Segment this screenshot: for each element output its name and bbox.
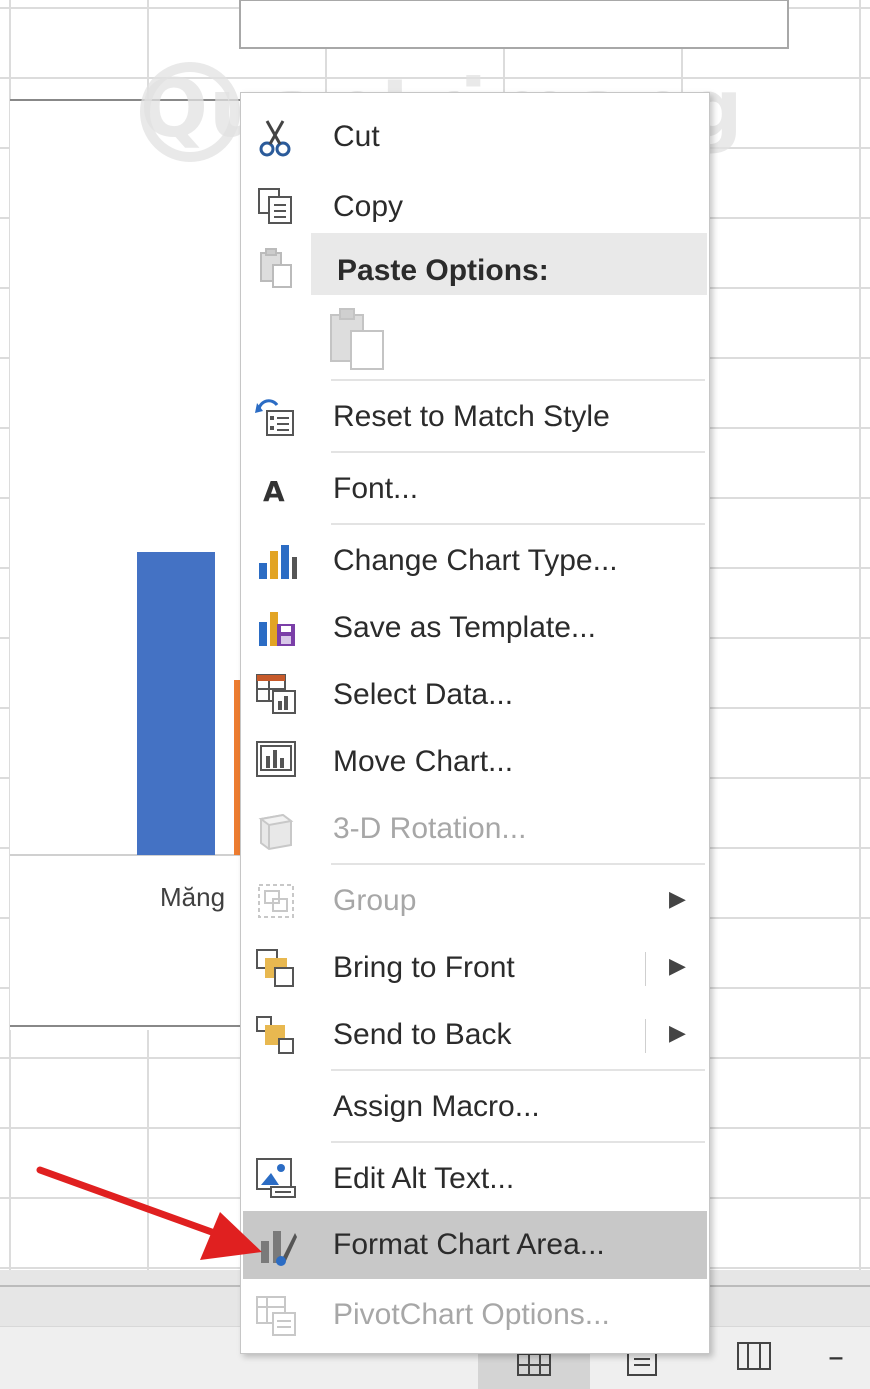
menu-item-save-template[interactable]: Save as Template... bbox=[241, 596, 709, 662]
menu-item-group: Group ▶ bbox=[241, 869, 709, 935]
menu-label-save-template: Save as Template... bbox=[333, 611, 596, 644]
move-chart-icon bbox=[253, 738, 299, 784]
menu-item-copy[interactable]: Copy bbox=[241, 175, 709, 241]
menu-label-3d-rotation: 3-D Rotation... bbox=[333, 812, 527, 845]
menu-label-select-data: Select Data... bbox=[333, 678, 514, 711]
menu-item-change-chart-type[interactable]: Change Chart Type... bbox=[241, 529, 709, 595]
menu-label-reset-style: Reset to Match Style bbox=[333, 400, 610, 433]
menu-item-format-chart-area[interactable]: Format Chart Area... bbox=[241, 1213, 709, 1279]
send-back-icon bbox=[253, 1013, 299, 1059]
page-break-preview-button[interactable] bbox=[736, 1341, 776, 1377]
split-divider bbox=[645, 1019, 646, 1053]
annotation-arrow-icon bbox=[36, 1166, 262, 1260]
menu-label-edit-alt-text: Edit Alt Text... bbox=[333, 1162, 515, 1195]
submenu-arrow-icon: ▶ bbox=[669, 887, 686, 912]
select-data-icon bbox=[253, 671, 299, 717]
bring-front-icon bbox=[253, 946, 299, 992]
paste-icon-large bbox=[327, 305, 387, 371]
menu-label-group: Group bbox=[333, 884, 417, 917]
cube-icon bbox=[253, 807, 299, 853]
menu-item-reset-style[interactable]: Reset to Match Style bbox=[241, 385, 709, 451]
menu-separator bbox=[331, 523, 705, 525]
zoom-out-button[interactable]: – bbox=[828, 1337, 844, 1375]
chart-bar-series-1[interactable] bbox=[137, 552, 215, 855]
font-icon: A bbox=[253, 467, 299, 513]
submenu-arrow-icon[interactable]: ▶ bbox=[669, 1021, 686, 1046]
watermark-logo-circle bbox=[140, 62, 240, 162]
paste-option-button[interactable] bbox=[241, 299, 709, 379]
menu-item-pivotchart-options: PivotChart Options... bbox=[241, 1283, 709, 1349]
menu-item-select-data[interactable]: Select Data... bbox=[241, 663, 709, 729]
scissors-icon bbox=[253, 115, 299, 161]
paste-icon bbox=[253, 245, 299, 291]
menu-item-cut[interactable]: Cut bbox=[241, 105, 709, 171]
split-divider bbox=[645, 952, 646, 986]
bar-chart-icon bbox=[253, 539, 299, 585]
menu-separator bbox=[331, 1069, 705, 1071]
menu-item-assign-macro[interactable]: Assign Macro... bbox=[241, 1075, 709, 1141]
reset-style-icon bbox=[253, 395, 299, 441]
menu-item-font[interactable]: A Font... bbox=[241, 457, 709, 523]
menu-label-font: Font... bbox=[333, 472, 419, 505]
menu-label-send-back: Send to Back bbox=[333, 1018, 512, 1051]
menu-label-move-chart: Move Chart... bbox=[333, 745, 514, 778]
svg-text:A: A bbox=[263, 475, 285, 508]
menu-header-paste-options: Paste Options: bbox=[241, 239, 709, 305]
menu-label-change-chart-type: Change Chart Type... bbox=[333, 544, 618, 577]
menu-item-3d-rotation: 3-D Rotation... bbox=[241, 797, 709, 863]
menu-label-pivotchart-options: PivotChart Options... bbox=[333, 1298, 610, 1331]
menu-label-paste-options: Paste Options: bbox=[337, 254, 549, 287]
menu-item-bring-front[interactable]: Bring to Front ▶ bbox=[241, 936, 709, 1002]
save-template-icon bbox=[253, 606, 299, 652]
menu-separator bbox=[331, 863, 705, 865]
menu-label-assign-macro: Assign Macro... bbox=[333, 1090, 540, 1123]
menu-item-send-back[interactable]: Send to Back ▶ bbox=[241, 1003, 709, 1069]
menu-label-bring-front: Bring to Front bbox=[333, 951, 515, 984]
page-break-icon bbox=[737, 1342, 771, 1370]
menu-label-format-chart-area: Format Chart Area... bbox=[333, 1228, 605, 1261]
chart-axis-label: Măng bbox=[160, 882, 226, 912]
submenu-arrow-icon[interactable]: ▶ bbox=[669, 954, 686, 979]
menu-separator bbox=[331, 451, 705, 453]
pivot-options-icon bbox=[253, 1293, 299, 1339]
menu-label-copy: Copy bbox=[333, 190, 404, 223]
menu-item-move-chart[interactable]: Move Chart... bbox=[241, 730, 709, 796]
chart-context-menu[interactable]: Cut Copy Paste Options: Reset to Match S… bbox=[240, 92, 710, 1354]
group-icon bbox=[253, 879, 299, 925]
copy-icon bbox=[253, 183, 299, 229]
menu-separator bbox=[331, 379, 705, 381]
menu-separator bbox=[331, 1141, 705, 1143]
menu-item-edit-alt-text[interactable]: Edit Alt Text... bbox=[241, 1147, 709, 1213]
menu-label-cut: Cut bbox=[333, 120, 380, 153]
